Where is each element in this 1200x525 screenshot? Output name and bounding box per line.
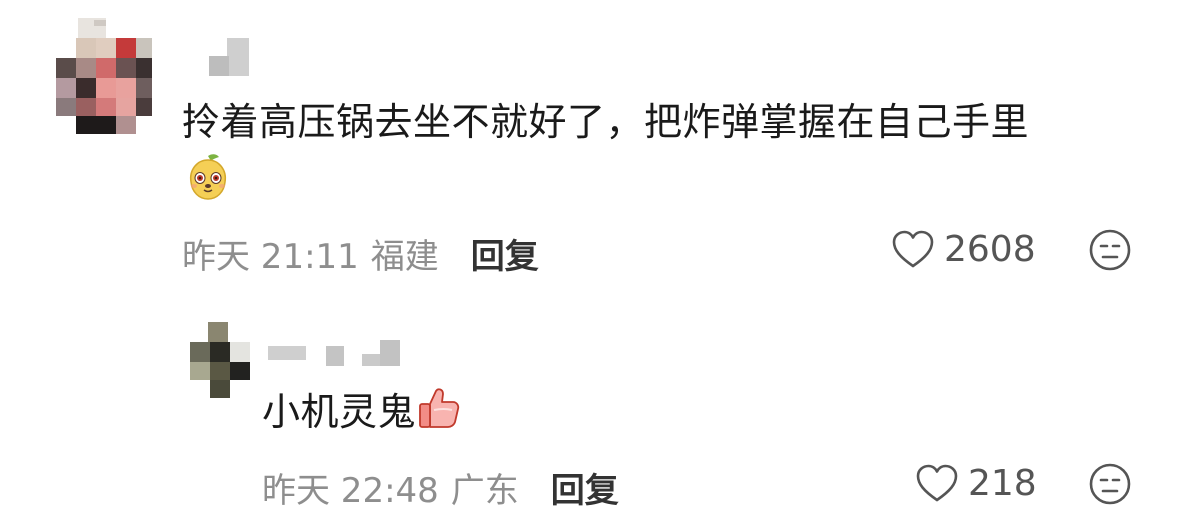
comment-meta: 昨天 21:11 福建 回复 [182, 229, 539, 278]
reply-button[interactable]: 回复 [551, 463, 619, 512]
avatar-pixel [56, 78, 76, 98]
avatar-pixel [136, 38, 152, 58]
avatar-pixel [76, 58, 96, 78]
avatar-pixel [230, 362, 250, 380]
mango-face-sticker [183, 152, 233, 206]
username-pixel [209, 56, 229, 76]
avatar-pixel [96, 38, 116, 58]
like-count: 2608 [944, 228, 1036, 270]
username-pixel [326, 346, 344, 366]
avatar-pixel [76, 98, 96, 116]
comment-text-content: 小机灵鬼 [262, 390, 417, 434]
avatar-pixel [116, 78, 136, 98]
comment-text: 拎着高压锅去坐不就好了，把炸弹掌握在自己手里 [182, 100, 1030, 144]
avatar-pixel [210, 342, 230, 362]
dislike-button[interactable] [1088, 462, 1132, 510]
unamused-face-icon [1089, 463, 1131, 505]
avatar-pixel [136, 58, 152, 78]
avatar-pixel [76, 38, 96, 58]
avatar-pixel [210, 380, 230, 398]
reply-button[interactable]: 回复 [471, 229, 539, 278]
avatar-pixel [136, 98, 152, 116]
avatar-pixel [190, 362, 210, 380]
avatar-pixel [208, 322, 228, 342]
avatar-pixel [56, 98, 76, 116]
username-pixel [362, 354, 380, 366]
comment-time: 昨天 21:11 [182, 236, 359, 277]
like-button[interactable]: 218 [914, 462, 1037, 504]
avatar-pixel [116, 98, 136, 116]
thumbs-up-emoji [416, 386, 462, 443]
heart-outline-icon [892, 230, 934, 268]
avatar-pixel [94, 20, 106, 26]
avatar[interactable] [52, 18, 152, 134]
heart-outline-icon [916, 464, 958, 502]
comment-location: 福建 [370, 236, 439, 277]
avatar-pixel [96, 78, 116, 98]
comment-time: 昨天 22:48 [262, 470, 439, 511]
comment-location: 广东 [450, 470, 519, 511]
avatar-pixel [76, 78, 96, 98]
dislike-button[interactable] [1088, 228, 1132, 276]
avatar-pixel [190, 342, 210, 362]
username-pixel [268, 346, 306, 360]
avatar-pixel [136, 78, 152, 98]
username-pixel [227, 38, 249, 76]
avatar-pixel [116, 38, 136, 58]
avatar-pixel [76, 116, 116, 134]
like-count: 218 [968, 462, 1037, 504]
avatar-pixel [56, 58, 76, 78]
avatar-pixel [116, 58, 136, 78]
username-blurred[interactable] [205, 38, 249, 76]
avatar-pixel [210, 362, 230, 380]
avatar[interactable] [190, 322, 250, 398]
avatar-pixel [230, 342, 250, 362]
username-blurred[interactable] [268, 340, 400, 366]
username-pixel [380, 340, 400, 366]
avatar-pixel [96, 58, 116, 78]
avatar-pixel [96, 98, 116, 116]
comment-text: 小机灵鬼 [262, 386, 462, 443]
like-button[interactable]: 2608 [890, 228, 1036, 270]
avatar-pixel [116, 116, 136, 134]
unamused-face-icon [1089, 229, 1131, 271]
comment-meta: 昨天 22:48 广东 回复 [262, 463, 619, 512]
